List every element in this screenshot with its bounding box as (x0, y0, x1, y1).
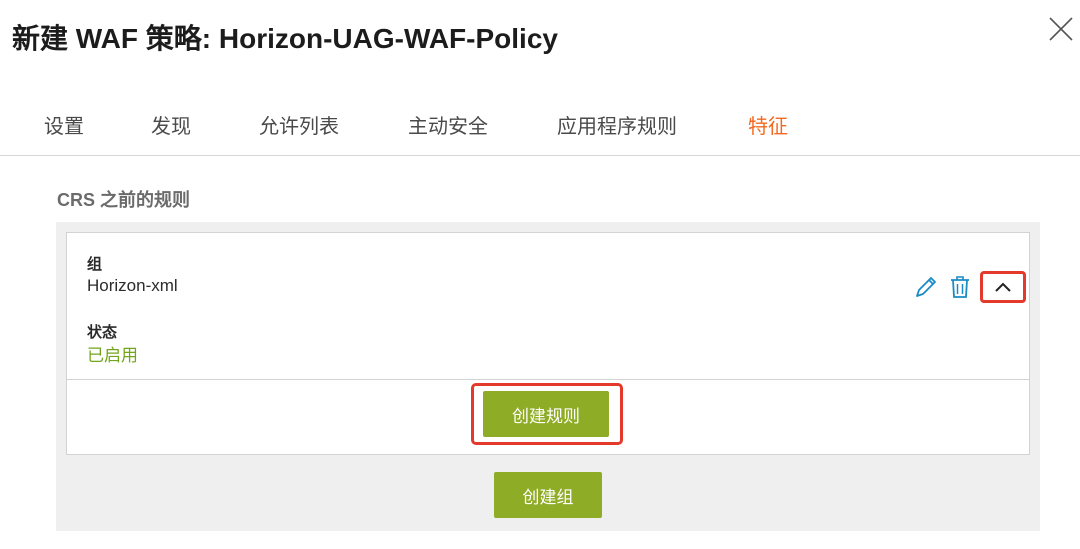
tab-discovery[interactable]: 发现 (151, 110, 191, 139)
tab-signatures[interactable]: 特征 (748, 110, 788, 139)
close-button[interactable] (1046, 14, 1076, 44)
close-icon (1049, 17, 1073, 41)
delete-button[interactable] (946, 273, 974, 301)
dialog-title: 新建 WAF 策略: Horizon-UAG-WAF-Policy (12, 23, 558, 54)
edit-button[interactable] (912, 273, 940, 301)
rules-panel: 组 Horizon-xml 状态 已启用 创建规则 创建组 (56, 222, 1040, 531)
tab-active-security[interactable]: 主动安全 (408, 110, 488, 139)
section-title: CRS 之前的规则 (57, 190, 191, 210)
status-value: 已启用 (87, 346, 138, 365)
pencil-icon (916, 277, 936, 297)
collapse-button[interactable] (980, 271, 1026, 303)
tab-settings[interactable]: 设置 (44, 110, 84, 139)
group-name: Horizon-xml (87, 276, 178, 295)
create-group-button[interactable]: 创建组 (494, 472, 602, 518)
tab-allowlist[interactable]: 允许列表 (259, 110, 339, 139)
waf-policy-dialog: 新建 WAF 策略: Horizon-UAG-WAF-Policy 设置 发现 … (0, 0, 1080, 549)
create-rule-button[interactable]: 创建规则 (483, 391, 609, 437)
tab-bar: 设置 发现 允许列表 主动安全 应用程序规则 特征 (0, 96, 1080, 156)
group-label: 组 (87, 256, 103, 273)
status-label: 状态 (87, 324, 118, 341)
rule-actions-area: 创建规则 (66, 380, 1030, 455)
chevron-up-icon (995, 282, 1011, 292)
group-card: 组 Horizon-xml 状态 已启用 (66, 232, 1030, 380)
tab-application-rules[interactable]: 应用程序规则 (557, 110, 677, 139)
group-actions (912, 271, 1027, 303)
trash-icon (951, 276, 969, 298)
